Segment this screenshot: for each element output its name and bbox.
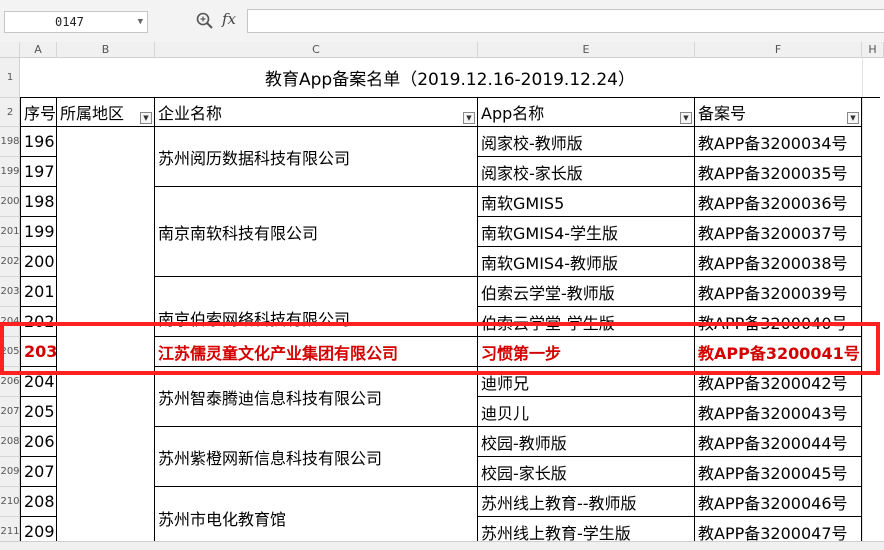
company-cell[interactable]: 苏州紫橙网新信息科技有限公司	[155, 427, 478, 487]
filter-dropdown-icon[interactable]: ▼	[463, 112, 475, 124]
record-cell[interactable]: 教APP备3200036号	[695, 187, 862, 217]
record-cell[interactable]: 教APP备3200035号	[695, 157, 862, 187]
row-number[interactable]: 202	[0, 247, 20, 277]
header-app[interactable]: App名称 ▼	[478, 98, 695, 127]
app-cell[interactable]: 南软GMIS4-学生版	[478, 217, 695, 247]
header-record[interactable]: 备案号 ▼	[695, 98, 862, 127]
column-header-a[interactable]: A	[20, 42, 57, 58]
seq-cell[interactable]: 199	[20, 217, 57, 247]
company-cell[interactable]: 苏州市电化教育馆	[155, 487, 478, 549]
column-header-f[interactable]: F	[695, 42, 862, 58]
row-number[interactable]: 210	[0, 487, 20, 517]
company-cell[interactable]: 南京南软科技有限公司	[155, 187, 478, 277]
row-number[interactable]: 207	[0, 397, 20, 427]
app-cell[interactable]: 阅家校-教师版	[478, 127, 695, 157]
filter-dropdown-icon[interactable]: ▼	[680, 112, 692, 124]
app-cell[interactable]: 阅家校-家长版	[478, 157, 695, 187]
name-box[interactable]: 0147 ▼	[4, 11, 148, 33]
zoom-icon[interactable]	[196, 12, 214, 30]
header-company[interactable]: 企业名称 ▼	[155, 98, 478, 127]
spreadsheet-grid: 教育App备案名单（2019.12.16-2019.12.24） 序号 所属地区…	[20, 58, 884, 549]
column-header-h[interactable]: H	[862, 42, 884, 58]
header-region[interactable]: 所属地区 ▼	[57, 98, 155, 127]
row-number[interactable]: 209	[0, 457, 20, 487]
row-number[interactable]: 201	[0, 217, 20, 247]
app-cell[interactable]: 校园-教师版	[478, 427, 695, 457]
seq-cell[interactable]: 205	[20, 397, 57, 427]
record-cell[interactable]: 教APP备3200046号	[695, 487, 862, 517]
app-cell[interactable]: 校园-家长版	[478, 457, 695, 487]
column-header-e[interactable]: E	[478, 42, 695, 58]
seq-cell[interactable]: 196	[20, 127, 57, 157]
app-cell[interactable]: 迪贝儿	[478, 397, 695, 427]
chevron-down-icon[interactable]: ▼	[138, 12, 143, 32]
row-number[interactable]: 198	[0, 127, 20, 157]
filter-dropdown-icon[interactable]: ▼	[847, 112, 859, 124]
seq-cell[interactable]: 206	[20, 427, 57, 457]
record-cell[interactable]: 教APP备3200034号	[695, 127, 862, 157]
seq-cell[interactable]: 208	[20, 487, 57, 517]
column-header-b[interactable]: B	[57, 42, 155, 58]
highlight-box	[0, 322, 880, 375]
seq-cell[interactable]: 198	[20, 187, 57, 217]
header-seq[interactable]: 序号	[20, 98, 57, 127]
seq-cell[interactable]: 201	[20, 277, 57, 307]
seq-cell[interactable]: 200	[20, 247, 57, 277]
row-number[interactable]: 200	[0, 187, 20, 217]
formula-bar: 0147 ▼ fx	[0, 0, 884, 42]
filter-dropdown-icon[interactable]: ▼	[140, 112, 152, 124]
app-cell[interactable]: 南软GMIS5	[478, 187, 695, 217]
app-cell[interactable]: 南软GMIS4-教师版	[478, 247, 695, 277]
sheet-title[interactable]: 教育App备案名单（2019.12.16-2019.12.24）	[20, 58, 880, 98]
record-cell[interactable]: 教APP备3200039号	[695, 277, 862, 307]
company-cell[interactable]: 苏州智泰腾迪信息科技有限公司	[155, 367, 478, 427]
row-number[interactable]: 2	[0, 98, 20, 127]
record-cell[interactable]: 教APP备3200043号	[695, 397, 862, 427]
select-all-corner[interactable]	[0, 42, 20, 58]
seq-cell[interactable]: 197	[20, 157, 57, 187]
row-header: 1 2 198 199 200 201 202 203 204 205 206 …	[0, 58, 20, 549]
app-cell[interactable]: 伯索云学堂-教师版	[478, 277, 695, 307]
company-cell[interactable]: 苏州阅历数据科技有限公司	[155, 127, 478, 187]
column-header-c[interactable]: C	[155, 42, 478, 58]
row-number[interactable]: 1	[0, 58, 20, 98]
fx-icon[interactable]: fx	[222, 10, 236, 28]
name-box-value: 0147	[55, 15, 84, 29]
record-cell[interactable]: 教APP备3200045号	[695, 457, 862, 487]
row-number[interactable]: 203	[0, 277, 20, 307]
app-cell[interactable]: 苏州线上教育--教师版	[478, 487, 695, 517]
record-cell[interactable]: 教APP备3200037号	[695, 217, 862, 247]
record-cell[interactable]: 教APP备3200044号	[695, 427, 862, 457]
row-number[interactable]: 208	[0, 427, 20, 457]
formula-input[interactable]	[247, 9, 884, 33]
column-header: A B C E F H	[0, 42, 884, 58]
row-number[interactable]: 199	[0, 157, 20, 187]
record-cell[interactable]: 教APP备3200038号	[695, 247, 862, 277]
seq-cell[interactable]: 207	[20, 457, 57, 487]
